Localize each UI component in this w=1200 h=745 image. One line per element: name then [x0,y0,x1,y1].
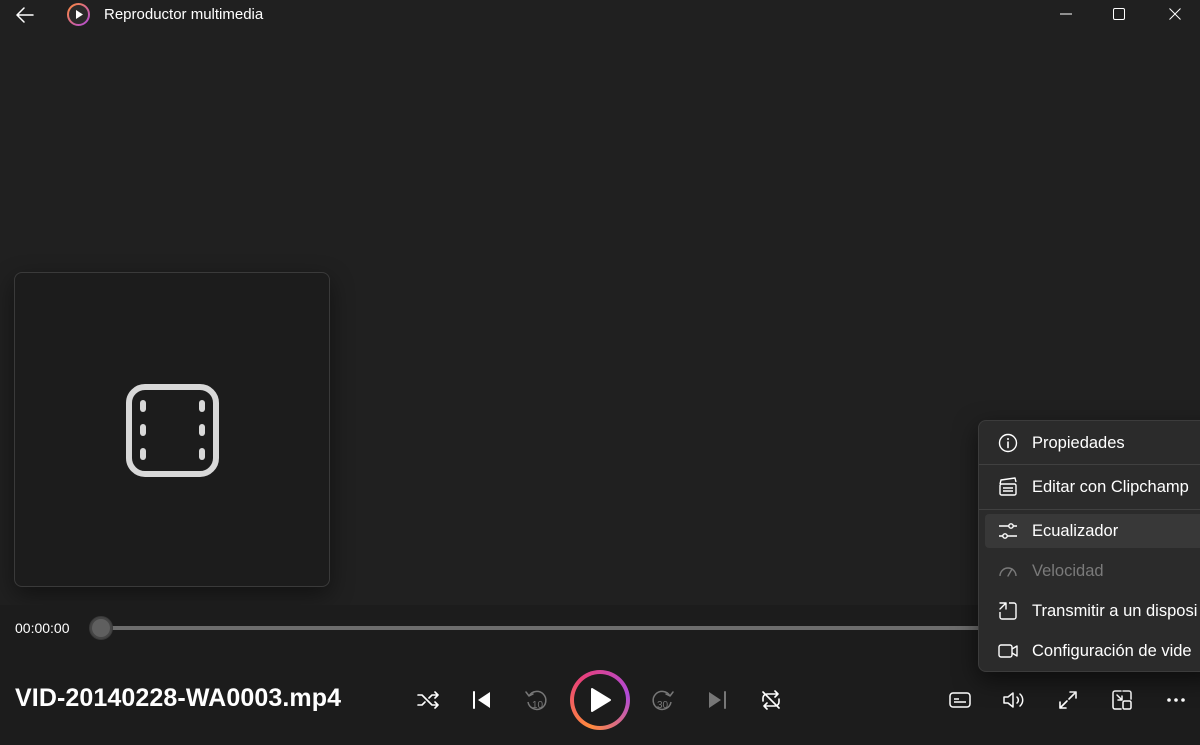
miniplayer-icon [1111,689,1133,711]
next-track-icon [707,691,727,709]
menu-item-label: Velocidad [1032,562,1104,580]
menu-item-transmitir[interactable]: Transmitir a un disposi [985,594,1200,628]
menu-item-velocidad[interactable]: Velocidad [985,554,1200,588]
menu-item-label: Editar con Clipchamp [1032,478,1189,496]
back-arrow-icon [16,7,34,23]
miniplayer-button[interactable] [1103,681,1141,719]
forward-button[interactable]: 30 [644,681,682,719]
menu-item-editar-clipchamp[interactable]: Editar con Clipchamp [985,470,1200,504]
menu-item-ecualizador[interactable]: Ecualizador [985,514,1200,548]
maximize-button[interactable] [1096,0,1142,28]
repeat-icon [760,690,782,710]
file-name: VID-20140228-WA0003.mp4 [15,684,342,712]
title-bar: Reproductor multimedia [0,0,1200,30]
equalizer-icon [998,521,1018,541]
info-icon [998,433,1018,453]
clapperboard-icon [998,477,1018,497]
window-title: Reproductor multimedia [104,6,264,23]
back-button[interactable] [12,3,38,27]
volume-button[interactable] [995,681,1033,719]
media-player-icon [67,3,90,26]
volume-icon [1002,690,1026,710]
more-options-menu: Propiedades Editar con Clipchamp Ecualiz… [978,420,1200,672]
previous-track-icon [472,691,492,709]
subtitles-button[interactable] [941,681,979,719]
menu-item-label: Ecualizador [1032,522,1119,540]
video-settings-icon [998,641,1018,661]
rewind-label: 10 [532,700,544,711]
play-icon [588,687,612,713]
maximize-icon [1113,8,1125,20]
shuffle-icon [417,691,439,709]
cast-icon [998,601,1018,621]
fullscreen-button[interactable] [1049,681,1087,719]
menu-item-configuracion-video[interactable]: Configuración de vide [985,634,1200,668]
current-time: 00:00:00 [15,620,70,636]
media-thumbnail [14,272,330,587]
fullscreen-icon [1058,690,1078,710]
close-icon [1169,8,1181,20]
more-options-button[interactable] [1157,681,1195,719]
more-options-icon [1166,697,1186,703]
forward-label: 30 [657,700,669,711]
shuffle-button[interactable] [409,681,447,719]
menu-separator [979,464,1200,465]
menu-item-label: Propiedades [1032,434,1125,452]
seek-thumb[interactable] [89,616,113,640]
subtitles-icon [949,692,971,708]
rewind-button[interactable]: 10 [517,681,555,719]
menu-item-propiedades[interactable]: Propiedades [985,426,1200,460]
forward-icon: 30 [651,688,675,712]
minimize-icon [1060,13,1072,15]
menu-item-label: Transmitir a un disposi [1032,602,1198,620]
rewind-icon: 10 [524,688,548,712]
minimize-button[interactable] [1043,0,1089,28]
menu-separator [979,509,1200,510]
repeat-button[interactable] [752,681,790,719]
next-button[interactable] [698,681,736,719]
speed-icon [998,561,1018,581]
play-button[interactable] [570,670,630,730]
menu-item-label: Configuración de vide [1032,642,1192,660]
film-icon [125,383,220,478]
close-button[interactable] [1152,0,1198,28]
previous-button[interactable] [463,681,501,719]
